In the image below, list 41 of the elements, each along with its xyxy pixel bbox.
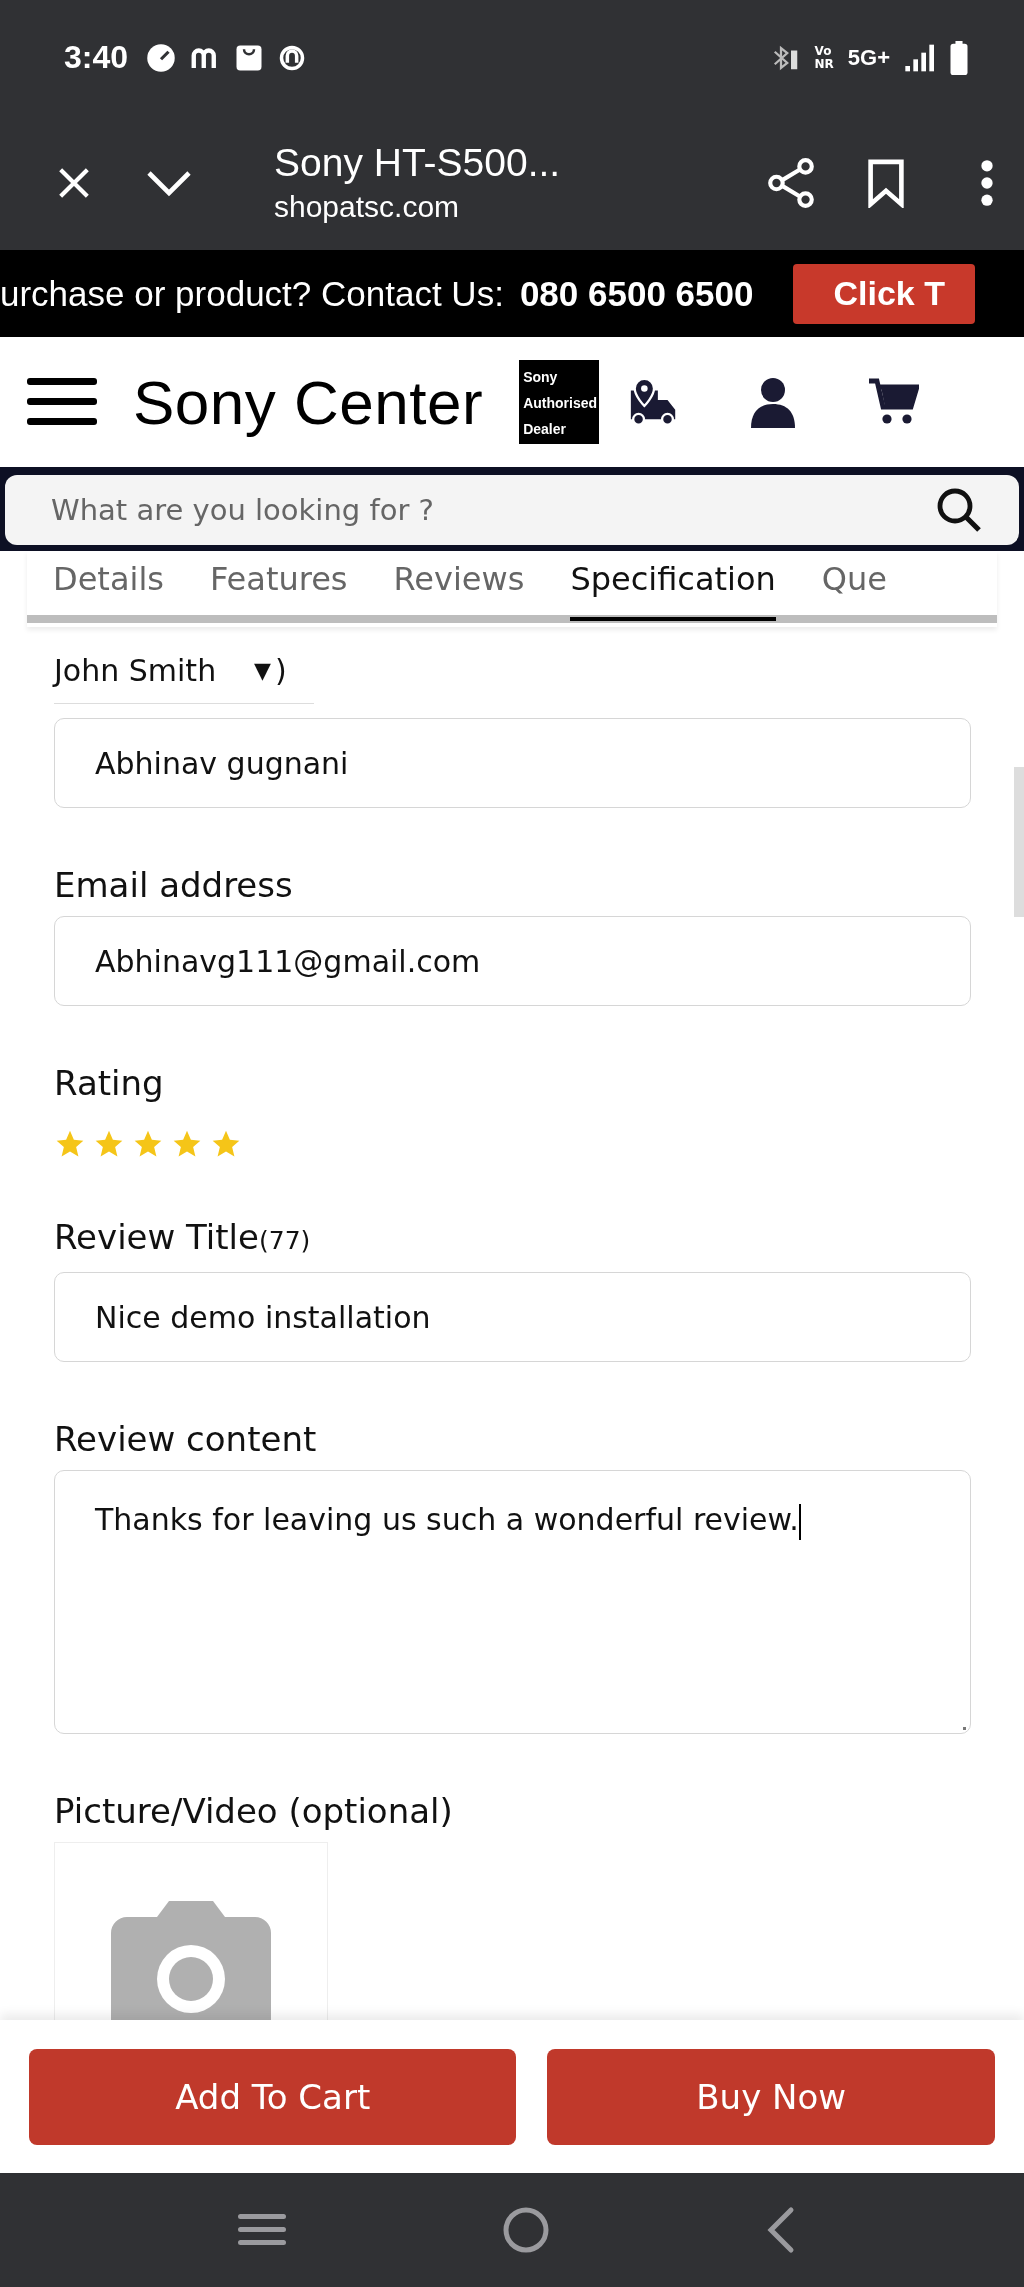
input-field[interactable]: Abhinavg111@gmail.com	[54, 916, 971, 1006]
tab[interactable]: Reviews	[393, 551, 525, 621]
tab[interactable]: Details	[53, 551, 164, 621]
input-field[interactable]: Abhinav gugnani	[54, 718, 971, 808]
page-url: shopatsc.com	[274, 188, 461, 225]
field-label: Review content	[54, 1418, 318, 1461]
network-type: 5G+	[847, 44, 890, 71]
battery-icon	[950, 40, 968, 75]
vonr-indicator: Vo NR	[814, 44, 834, 71]
input-field[interactable]: Nice demo installation	[54, 1272, 971, 1362]
action-button[interactable]: Add To Cart	[29, 2048, 517, 2145]
bookmark-icon[interactable]	[866, 157, 906, 208]
more-icon[interactable]	[980, 158, 994, 207]
clock-time: 3:40	[64, 39, 129, 76]
name-select[interactable]: John Smith ▼)	[54, 637, 314, 704]
signal-icon	[904, 42, 936, 73]
share-icon[interactable]	[766, 155, 816, 210]
gauge-icon	[146, 42, 177, 73]
page-title: Sony HT-S500...	[274, 139, 562, 186]
menu-icon[interactable]	[27, 376, 97, 428]
review-text-area[interactable]: Thanks for leaving us such a wonderful review.	[54, 1470, 971, 1734]
contact-text: urchase or product? Contact Us:	[0, 273, 504, 314]
dealer-badge: Sony Authorised Dealer	[519, 360, 600, 444]
search-icon[interactable]	[935, 486, 983, 534]
tab[interactable]: Specification	[570, 551, 776, 621]
field-label: Rating	[54, 1062, 165, 1105]
phone-number: 080 6500 6500	[519, 273, 754, 314]
click-button[interactable]: Click T	[793, 263, 975, 324]
tab[interactable]: Features	[209, 551, 348, 621]
home-icon[interactable]	[502, 2206, 550, 2254]
store-logo[interactable]: Sony Center	[133, 366, 484, 438]
field-label: Review Title(77)	[54, 1216, 312, 1259]
recent-apps-icon[interactable]	[238, 2212, 286, 2248]
tab[interactable]: Que	[821, 551, 887, 621]
field-label: Picture/Video (optional)	[54, 1790, 454, 1833]
swirl-icon	[278, 43, 307, 72]
search-field[interactable]: What are you looking for ?	[5, 475, 1019, 545]
action-button[interactable]: Buy Now	[547, 2048, 995, 2145]
back-icon[interactable]	[766, 2206, 796, 2254]
user-icon[interactable]	[751, 376, 796, 428]
field-label: Email address	[54, 864, 294, 907]
